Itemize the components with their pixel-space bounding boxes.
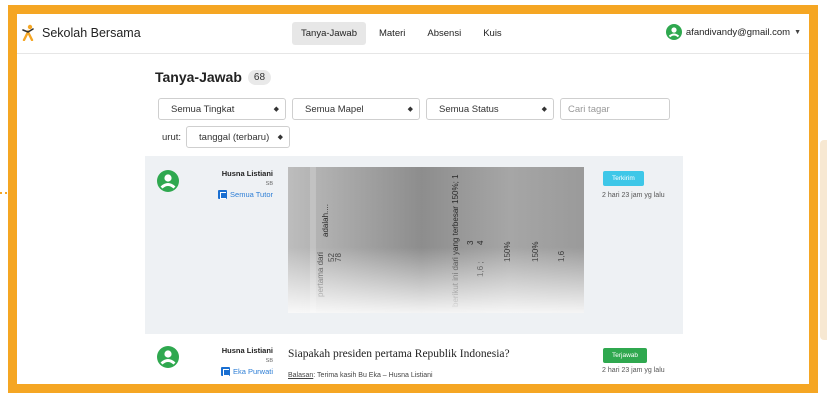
- author-level: SB: [265, 181, 273, 187]
- author-name: Husna Listiani: [221, 169, 273, 178]
- tutor-name: Semua Tutor: [230, 190, 273, 199]
- sort-select[interactable]: tanggal (terbaru) ◆: [186, 126, 291, 148]
- reply-label: Balasan: [288, 372, 314, 379]
- author-avatar-icon: [157, 346, 179, 368]
- reply-preview: Balasan: Terima kasih Bu Eka – Husna Lis…: [288, 372, 433, 379]
- select-arrows-icon: ◆: [277, 134, 284, 141]
- filter-bar: Semua Tingkat ◆ Semua Mapel ◆ Semua Stat…: [158, 98, 670, 120]
- tutor-icon: [218, 190, 228, 199]
- select-arrows-icon: ◆: [541, 106, 547, 113]
- user-menu[interactable]: afandivandy@gmail.com ▼: [665, 24, 801, 40]
- page-header: Tanya-Jawab 68: [155, 69, 272, 85]
- status-badge: Terjawab: [603, 348, 648, 363]
- timestamp: 2 hari 23 jam yg lalu: [602, 192, 665, 199]
- author-info: Husna Listiani SB Eka Purwati: [205, 346, 273, 376]
- sort-select-value: tanggal (terbaru): [199, 131, 270, 143]
- tutor-name: Eka Purwati: [232, 367, 273, 376]
- tab-kuis[interactable]: Kuis: [474, 22, 510, 45]
- mapel-select[interactable]: Semua Mapel ◆: [292, 98, 420, 120]
- tag-search-input[interactable]: [560, 98, 670, 120]
- author-level: SB: [265, 358, 273, 364]
- status-select-value: Semua Status: [439, 103, 499, 115]
- question-photo[interactable]: pertama dari 52 78 adalah.... berikut in…: [288, 167, 584, 313]
- decorative-edge: [820, 140, 827, 340]
- select-arrows-icon: ◆: [407, 106, 413, 113]
- tutor-target: Semua Tutor: [205, 190, 273, 199]
- question-text[interactable]: Siapakah presiden pertama Republik Indon…: [288, 348, 510, 360]
- tingkat-select[interactable]: Semua Tingkat ◆: [158, 98, 286, 120]
- author-info: Husna Listiani SB Semua Tutor: [205, 169, 273, 199]
- sort-label: urut:: [162, 131, 182, 143]
- main-nav: Tanya-Jawab Materi Absensi Kuis: [292, 22, 511, 45]
- question-card[interactable]: Husna Listiani SB Eka Purwati Siapakah p…: [145, 336, 683, 384]
- user-avatar-icon: [665, 24, 682, 40]
- navbar: Sekolah Bersama Tanya-Jawab Materi Absen…: [17, 14, 809, 54]
- tutor-icon: [220, 367, 230, 376]
- author-name: Husna Listiani: [221, 346, 273, 355]
- status-badge: Terkirim: [603, 171, 644, 186]
- chevron-down-icon: ▼: [794, 28, 801, 36]
- page-title: Tanya-Jawab: [155, 69, 242, 85]
- logo-icon: [22, 24, 34, 41]
- select-arrows-icon: ◆: [273, 106, 279, 113]
- mapel-select-value: Semua Mapel: [305, 103, 364, 115]
- brand[interactable]: Sekolah Bersama: [21, 24, 141, 41]
- tab-materi[interactable]: Materi: [370, 22, 414, 45]
- timestamp: 2 hari 23 jam yg lalu: [602, 367, 665, 374]
- app-frame: Sekolah Bersama Tanya-Jawab Materi Absen…: [8, 5, 818, 393]
- app-name: Sekolah Bersama: [42, 25, 141, 40]
- author-avatar-icon: [157, 170, 179, 192]
- question-count-badge: 68: [247, 69, 272, 85]
- status-select[interactable]: Semua Status ◆: [426, 98, 554, 120]
- question-card[interactable]: Husna Listiani SB Semua Tutor Terkirim 2…: [145, 156, 683, 334]
- tab-tanya-jawab[interactable]: Tanya-Jawab: [292, 22, 366, 45]
- tutor-target: Eka Purwati: [205, 367, 273, 376]
- tab-absensi[interactable]: Absensi: [418, 22, 470, 45]
- tingkat-select-value: Semua Tingkat: [171, 103, 235, 115]
- user-email: afandivandy@gmail.com: [685, 26, 791, 38]
- sort-control: urut: tanggal (terbaru) ◆: [162, 126, 291, 148]
- reply-text: : Terima kasih Bu Eka – Husna Listiani: [313, 372, 433, 379]
